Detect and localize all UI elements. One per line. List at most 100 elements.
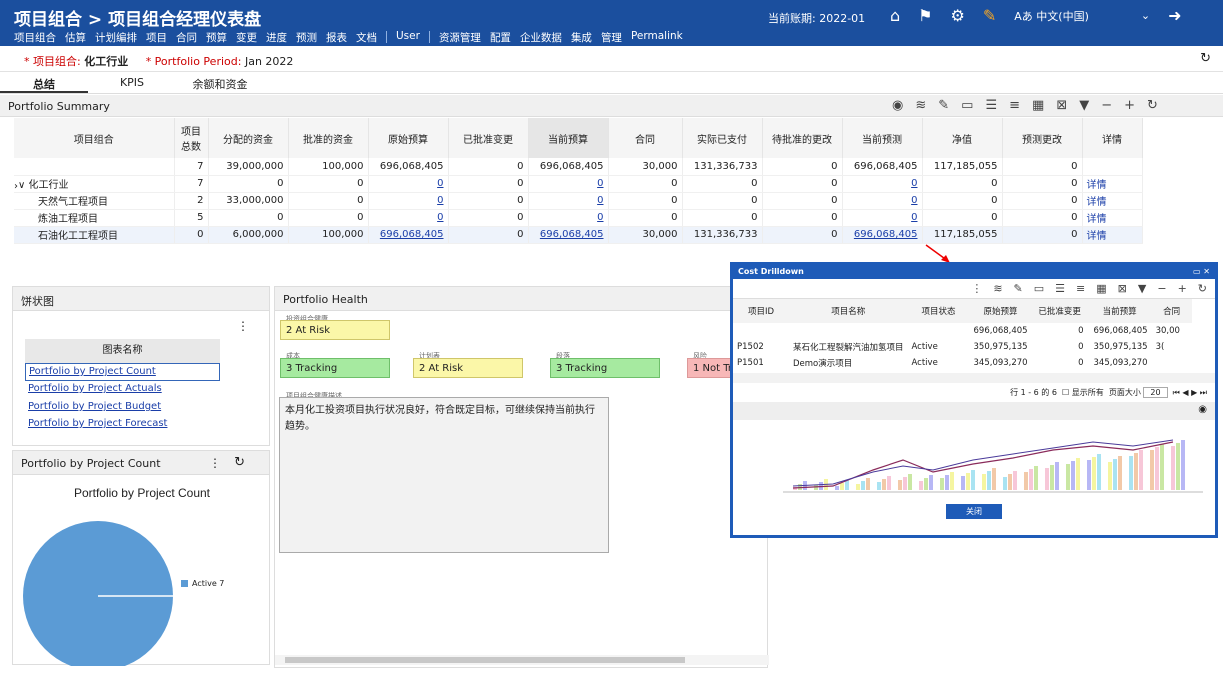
menu-item[interactable]: 企业数据: [520, 30, 562, 45]
column-header[interactable]: 项目状态: [908, 299, 970, 323]
export-icon[interactable]: ⊠: [1056, 98, 1067, 113]
more-icon[interactable]: ⋮: [971, 282, 982, 295]
menu-icon[interactable]: ≡: [1009, 98, 1020, 113]
portfolio-value[interactable]: 化工行业: [84, 55, 128, 68]
column-header[interactable]: 项目ID: [733, 299, 789, 323]
gear-icon[interactable]: ⚙: [951, 6, 965, 25]
column-header[interactable]: 预测更改: [1002, 118, 1083, 158]
stack-icon[interactable]: ≋: [915, 98, 926, 113]
table-row[interactable]: 炼油工程项目 5 0 0 0 0 0 0 0 0 0 0 0 详情: [14, 209, 1143, 227]
column-header[interactable]: 批准的资金: [288, 118, 369, 158]
column-header[interactable]: 项目总数: [174, 118, 209, 158]
filter-icon[interactable]: ▼: [1079, 98, 1089, 113]
details-link[interactable]: 详情: [1082, 175, 1143, 193]
column-header[interactable]: 当前预测: [842, 118, 923, 158]
health-description[interactable]: 本月化工投资项目执行状况良好，符合既定目标，可继续保持当前执行趋势。: [279, 397, 609, 553]
eye-icon[interactable]: ◉: [733, 402, 1215, 420]
table-row[interactable]: 石油化工工程项目 0 6,000,000 100,000 696,068,405 0 696…: [14, 225, 1143, 244]
cell-link[interactable]: 0: [528, 209, 609, 227]
cell-link[interactable]: 0: [528, 175, 609, 193]
menu-item[interactable]: 合同: [176, 30, 197, 45]
schedule-status[interactable]: 2 At Risk: [413, 358, 523, 378]
home-icon[interactable]: ⌂: [890, 6, 900, 25]
cell-link[interactable]: 0: [842, 175, 923, 193]
column-header[interactable]: 待批准的更改: [762, 118, 843, 158]
grid-icon[interactable]: ▦: [1032, 98, 1044, 113]
cell-link[interactable]: 0: [528, 192, 609, 210]
menu-item[interactable]: 预测: [296, 30, 317, 45]
column-header[interactable]: 原始预算: [368, 118, 449, 158]
column-header[interactable]: 已批准变更: [1032, 299, 1088, 323]
column-header[interactable]: 实际已支付: [682, 118, 763, 158]
menu-item[interactable]: 预算: [206, 30, 227, 45]
column-header[interactable]: 分配的资金: [208, 118, 289, 158]
column-header[interactable]: 图表名称: [25, 339, 220, 363]
menu-item[interactable]: User: [396, 30, 420, 45]
list-icon[interactable]: ☰: [985, 98, 997, 113]
column-header[interactable]: 已批准变更: [448, 118, 529, 158]
menu-item[interactable]: 配置: [490, 30, 511, 45]
collapse-icon[interactable]: −: [1157, 282, 1166, 295]
comment-icon[interactable]: ▭: [961, 98, 973, 113]
menu-item[interactable]: Permalink: [631, 30, 683, 45]
menu-item[interactable]: 估算: [65, 30, 86, 45]
menu-item[interactable]: 项目组合: [14, 30, 56, 45]
window-controls-icon[interactable]: ▭ ✕: [1193, 267, 1210, 276]
chart-list-item[interactable]: Portfolio by Project Count: [25, 363, 220, 381]
column-header[interactable]: 原始预算: [970, 299, 1032, 323]
more-icon[interactable]: ⋮: [209, 456, 221, 470]
refresh-icon[interactable]: ↻: [1147, 98, 1158, 113]
tab-kpis[interactable]: KPIS: [88, 72, 176, 93]
column-header[interactable]: 合同: [608, 118, 683, 158]
table-row[interactable]: P1501 Demo演示项目 Active 345,093,270 0 345,093,2…: [733, 355, 1192, 371]
period-value[interactable]: Jan 2022: [245, 55, 293, 68]
list-icon[interactable]: ☰: [1055, 282, 1065, 295]
chart-list-item[interactable]: Portfolio by Project Forecast: [28, 418, 167, 429]
menu-icon[interactable]: ≡: [1076, 282, 1085, 295]
tools-icon[interactable]: ✎: [983, 6, 996, 25]
filter-icon[interactable]: ▼: [1138, 282, 1146, 295]
tab-balance-funds[interactable]: 余额和资金: [176, 72, 264, 93]
chevron-right-icon[interactable]: ›: [14, 181, 18, 192]
cell-link[interactable]: 0: [368, 192, 449, 210]
table-row[interactable]: P1502 某石化工程裂解汽油加氢项目 Active 350,975,135 0 350,…: [733, 339, 1192, 355]
close-button[interactable]: 关闭: [946, 504, 1002, 519]
horizontal-scrollbar[interactable]: [733, 373, 1215, 383]
cell-link[interactable]: 696,068,405: [527, 225, 609, 244]
cell-link[interactable]: 0: [368, 175, 449, 193]
menu-item[interactable]: 资源管理: [439, 30, 481, 45]
column-header[interactable]: 项目组合: [14, 118, 175, 158]
details-link[interactable]: 详情: [1082, 192, 1143, 210]
edit-icon[interactable]: ✎: [938, 98, 949, 113]
export-icon[interactable]: ⊠: [1118, 282, 1127, 295]
details-link[interactable]: 详情: [1082, 209, 1143, 227]
menu-item[interactable]: 集成: [571, 30, 592, 45]
cell-link[interactable]: 0: [842, 192, 923, 210]
comment-icon[interactable]: ▭: [1034, 282, 1044, 295]
expand-icon[interactable]: +: [1178, 282, 1187, 295]
cell-link[interactable]: 0: [368, 209, 449, 227]
menu-item[interactable]: 文档: [356, 30, 377, 45]
overall-health-status[interactable]: 2 At Risk: [280, 320, 390, 340]
menu-item[interactable]: 计划编排: [95, 30, 137, 45]
cell-link[interactable]: 0: [842, 209, 923, 227]
logout-icon[interactable]: ➜: [1168, 6, 1181, 25]
cell-link[interactable]: 696,068,405: [368, 226, 449, 244]
column-header[interactable]: 当前预算: [528, 118, 609, 158]
column-header[interactable]: 项目名称: [789, 299, 908, 323]
language-selector[interactable]: Aあ 中文(中国): [1014, 8, 1089, 24]
menu-item[interactable]: 管理: [601, 30, 622, 45]
column-header[interactable]: 详情: [1082, 118, 1143, 158]
collapse-icon[interactable]: −: [1101, 98, 1112, 113]
chevron-down-icon[interactable]: ⌄: [1141, 9, 1150, 22]
column-header[interactable]: 当前预算: [1088, 299, 1152, 323]
details-link[interactable]: 详情: [1082, 226, 1143, 244]
more-icon[interactable]: ⋮: [237, 319, 249, 333]
tab-summary[interactable]: 总结: [0, 72, 88, 93]
chart-list-item[interactable]: Portfolio by Project Actuals: [28, 383, 162, 394]
stack-icon[interactable]: ≋: [993, 282, 1002, 295]
refresh-icon[interactable]: ↻: [1200, 51, 1211, 66]
flag-icon[interactable]: ⚑: [918, 6, 932, 25]
refresh-icon[interactable]: ↻: [234, 455, 245, 470]
menu-item[interactable]: 变更: [236, 30, 257, 45]
